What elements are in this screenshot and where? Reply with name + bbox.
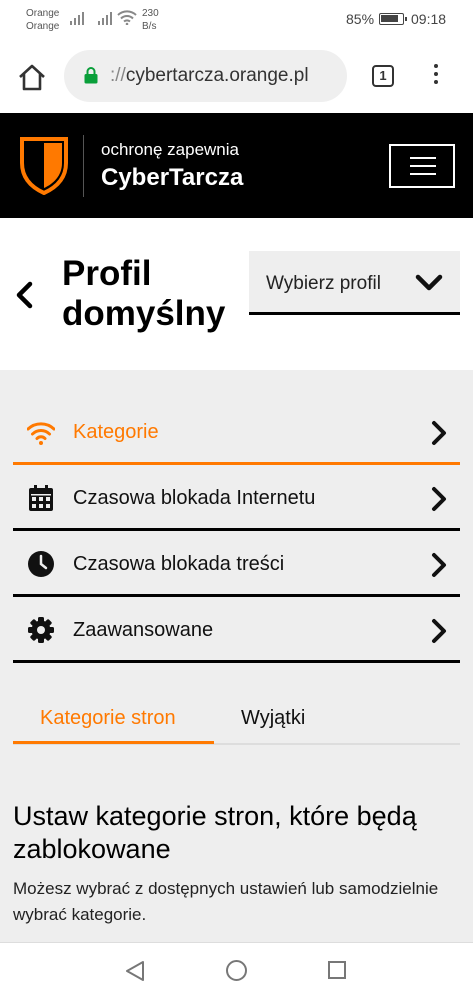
chevron-right-icon <box>432 421 446 445</box>
gear-icon <box>28 617 54 643</box>
header-tagline: ochronę zapewnia <box>101 140 239 159</box>
menu-item-czasowa-blokada-internetu[interactable]: Czasowa blokada Internetu <box>13 465 460 531</box>
hamburger-icon[interactable] <box>389 144 455 188</box>
chevron-right-icon <box>432 553 446 577</box>
tab-kategorie-stron[interactable]: Kategorie stron <box>40 707 176 730</box>
back-icon[interactable] <box>124 960 146 982</box>
calendar-icon <box>29 485 53 511</box>
signal-icon <box>70 12 84 25</box>
site-header: ochronę zapewnia CyberTarcza <box>0 113 473 218</box>
wifi-icon <box>27 422 55 445</box>
section-heading: Ustaw kategorie stron, które będą zablok… <box>13 801 417 864</box>
network-speed-value: 230 <box>142 8 159 19</box>
status-bar: Orange Orange 230 B/s 85% 09:18 <box>0 0 473 40</box>
network-speed: 230 B/s <box>142 7 159 33</box>
carrier-1: Orange <box>26 8 60 19</box>
signal-icon <box>98 12 112 25</box>
tab-wyjatki[interactable]: Wyjątki <box>241 707 305 730</box>
menu-item-kategorie[interactable]: Kategorie <box>13 399 460 465</box>
home-nav-icon[interactable] <box>226 960 247 981</box>
brand-name: CyberTarcza <box>101 164 244 191</box>
chevron-right-icon <box>432 619 446 643</box>
menu-item-label: Zaawansowane <box>73 619 214 641</box>
page-title: Profil domyślny <box>62 254 226 333</box>
tabs-icon[interactable]: 1 <box>372 65 394 87</box>
subtabs: Kategorie stron Wyjątki <box>13 691 460 745</box>
system-nav-bar <box>0 942 473 999</box>
header-divider <box>83 135 84 197</box>
profile-select[interactable]: Wybierz profil <box>249 251 460 315</box>
profile-select-label: Wybierz profil <box>266 273 381 294</box>
url-text: ://cybertarcza.orange.pl <box>110 65 309 87</box>
battery-percent: 85% <box>346 11 375 27</box>
settings-panel: Kategorie Czasowa blokada Internetu Czas… <box>0 370 473 942</box>
lock-icon <box>84 67 98 84</box>
recents-icon[interactable] <box>328 961 346 979</box>
active-tab-indicator <box>13 741 214 744</box>
url-scheme: :// <box>110 65 126 86</box>
shield-icon[interactable] <box>19 135 69 195</box>
carrier-2: Orange <box>26 21 60 32</box>
section-description: Możesz wybrać z dostępnych ustawień lub … <box>13 879 439 924</box>
url-host: cybertarcza.orange.pl <box>125 65 309 86</box>
chevron-left-icon[interactable] <box>12 280 36 310</box>
menu-item-label: Czasowa blokada Internetu <box>73 487 316 509</box>
network-speed-unit: B/s <box>142 21 157 32</box>
clock-icon <box>28 551 54 577</box>
menu-item-label: Czasowa blokada treści <box>73 553 285 575</box>
menu-item-label: Kategorie <box>73 421 159 443</box>
menu-item-czasowa-blokada-tresci[interactable]: Czasowa blokada treści <box>13 531 460 597</box>
overflow-menu-icon[interactable] <box>426 64 446 90</box>
battery-icon <box>379 13 407 25</box>
carrier-names: Orange Orange <box>26 7 59 33</box>
menu-item-zaawansowane[interactable]: Zaawansowane <box>13 597 460 663</box>
clock: 09:18 <box>411 11 447 27</box>
wifi-icon <box>117 10 137 25</box>
chevron-down-icon <box>415 274 443 291</box>
address-bar[interactable]: ://cybertarcza.orange.pl <box>64 50 347 102</box>
browser-toolbar: ://cybertarcza.orange.pl 1 <box>0 40 473 113</box>
chevron-right-icon <box>432 487 446 511</box>
home-icon[interactable] <box>16 62 48 92</box>
